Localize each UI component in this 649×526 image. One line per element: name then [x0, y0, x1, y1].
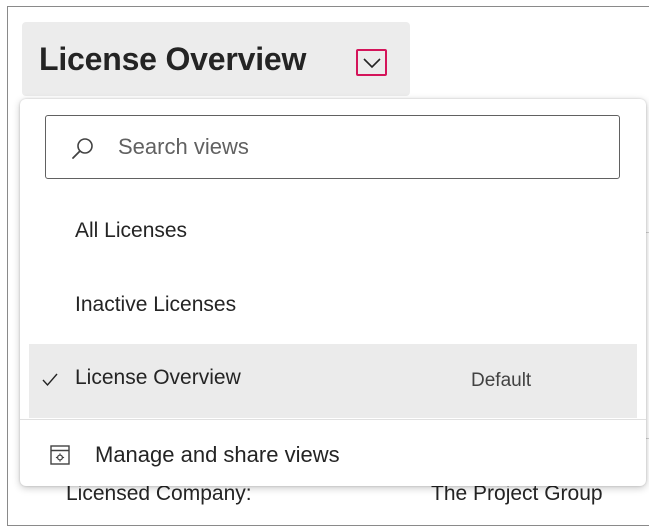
manage-views-label: Manage and share views	[95, 442, 340, 467]
checkmark-icon	[42, 373, 58, 387]
manage-and-share-views-button[interactable]: Manage and share views	[20, 421, 646, 483]
menu-divider	[20, 419, 646, 420]
search-views-field[interactable]	[45, 115, 620, 179]
chevron-down-icon[interactable]	[356, 49, 387, 76]
view-item-inactive-licenses[interactable]: Inactive Licenses	[20, 271, 646, 345]
view-switcher-button[interactable]: License Overview	[22, 22, 410, 96]
view-item-all-licenses[interactable]: All Licenses	[20, 197, 646, 271]
manage-views-icon	[50, 445, 70, 465]
default-badge: Default	[471, 370, 532, 391]
views-dropdown: All Licenses Inactive Licenses License O…	[20, 99, 646, 486]
view-title: License Overview	[39, 41, 307, 77]
view-item-license-overview[interactable]: License Overview Default	[29, 344, 637, 418]
view-item-label: License Overview	[75, 366, 241, 389]
search-views-input[interactable]	[118, 130, 598, 164]
view-item-label: All Licenses	[75, 219, 188, 242]
search-icon	[72, 138, 93, 159]
view-item-label: Inactive Licenses	[75, 293, 237, 316]
